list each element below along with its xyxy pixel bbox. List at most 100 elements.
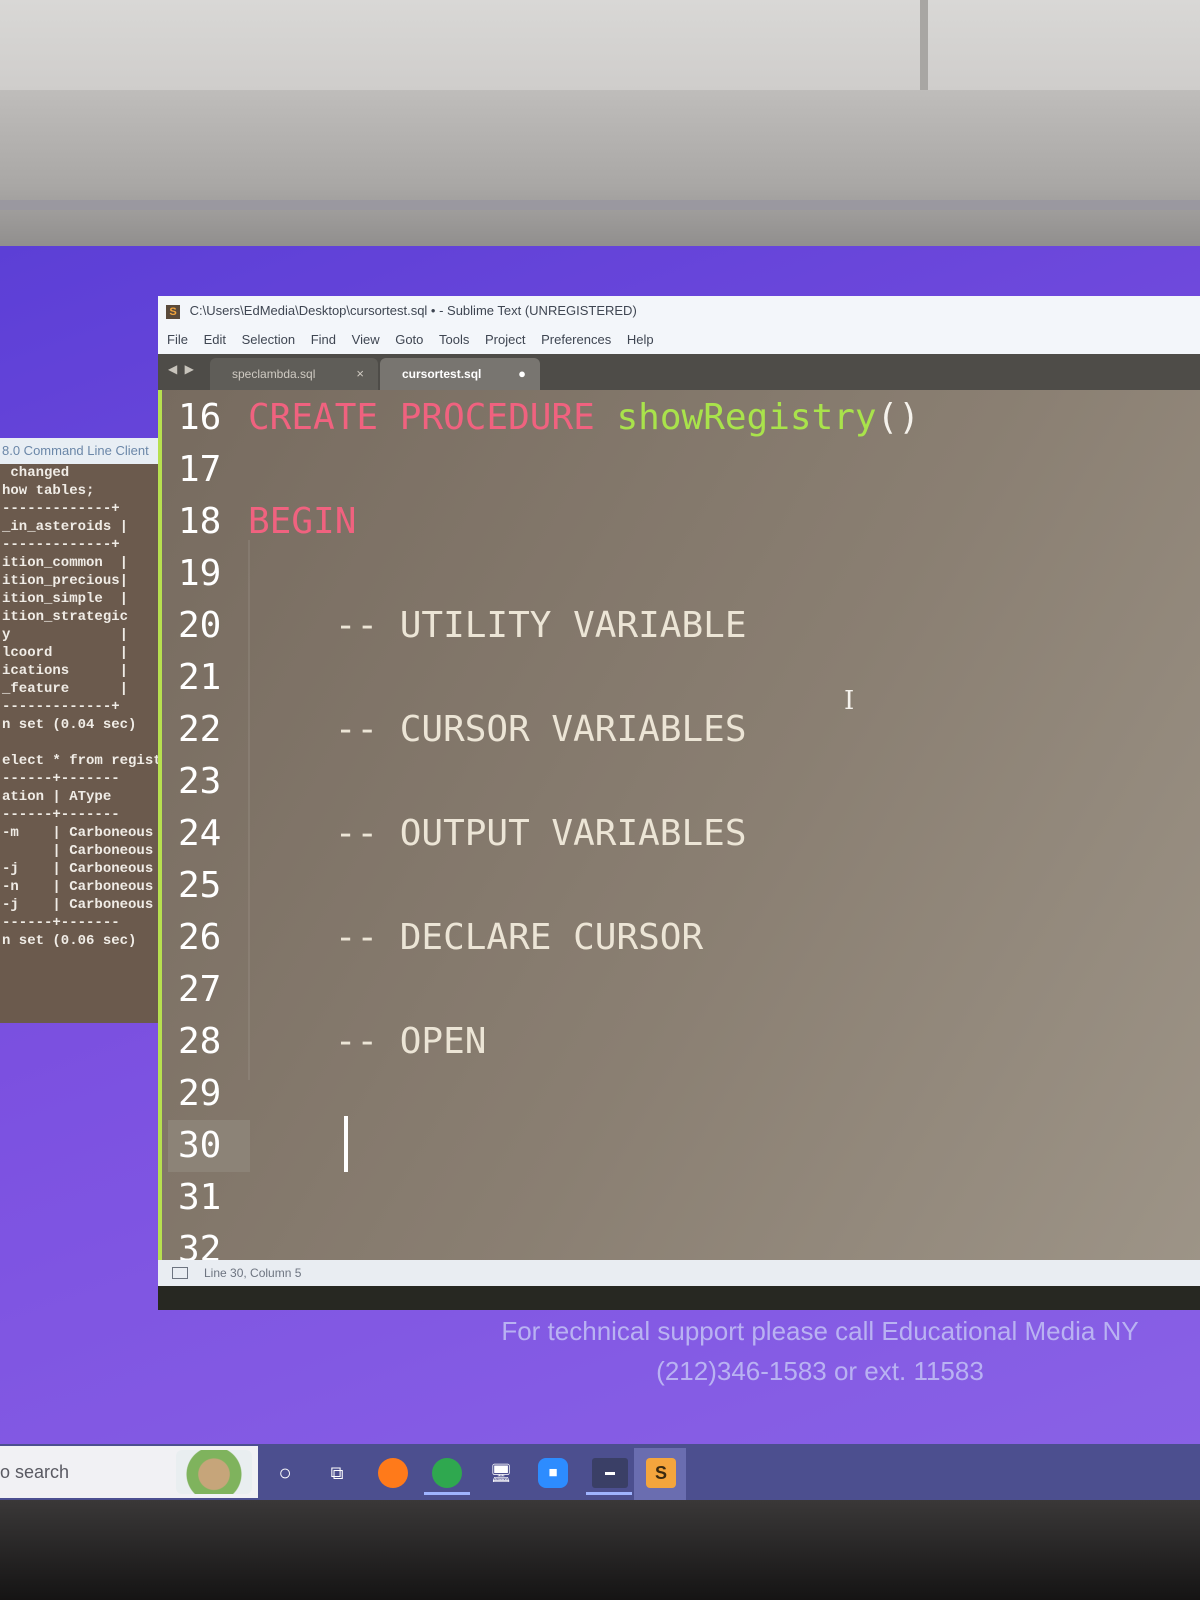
menu-help[interactable]: Help <box>627 326 654 354</box>
sublime-text-icon: S <box>646 1458 676 1488</box>
console-line: n set (0.04 sec) <box>2 717 137 733</box>
code-line: 30 <box>162 1120 1200 1172</box>
firefox-icon[interactable] <box>378 1458 408 1488</box>
menu-project[interactable]: Project <box>485 326 525 354</box>
console-line: _feature | <box>2 681 129 697</box>
remote-desktop-icon[interactable]: 🖥 <box>486 1458 516 1488</box>
console-line: -n | Carboneous <box>2 879 154 895</box>
menu-view[interactable]: View <box>352 326 380 354</box>
code-line: 29 <box>162 1068 1200 1120</box>
support-message-line2: (212)346-1583 or ext. 11583 <box>656 1356 984 1386</box>
code-line: 24 -- OUTPUT VARIABLES <box>162 808 1200 860</box>
line-number: 22 <box>178 709 222 750</box>
task-view-icon[interactable]: ⧉ <box>322 1458 352 1488</box>
console-line: ------+------- <box>2 771 120 787</box>
line-number: 23 <box>178 761 222 802</box>
line-number: 19 <box>178 553 222 594</box>
procedure-name: showRegistry <box>616 397 877 438</box>
ceiling <box>0 0 1200 90</box>
sublime-text-window[interactable]: S C:\Users\EdMedia\Desktop\cursortest.sq… <box>158 296 1200 1310</box>
line-number: 31 <box>178 1177 222 1218</box>
menu-tools[interactable]: Tools <box>439 326 469 354</box>
line-number: 27 <box>178 969 222 1010</box>
code-line: 31 <box>162 1172 1200 1224</box>
console-line: ------+------- <box>2 807 120 823</box>
console-line: -m | Carboneous <box>2 825 154 841</box>
console-line: -j | Carboneous <box>2 861 154 877</box>
code-text: CREATE PROCEDURE showRegistry() <box>248 392 920 444</box>
zoom-icon[interactable]: ■ <box>538 1458 568 1488</box>
code-line: 28 -- OPEN <box>162 1016 1200 1068</box>
tab-label: speclambda.sql <box>232 367 316 381</box>
console-output: changed how tables; -------------+ _in_aste… <box>0 464 160 950</box>
tab-close-icon[interactable]: × <box>356 358 364 390</box>
code-line: 32 <box>162 1224 1200 1260</box>
code-text: BEGIN <box>248 501 357 542</box>
console-line: elect * from registr <box>2 753 160 769</box>
window-titlebar[interactable]: S C:\Users\EdMedia\Desktop\cursortest.sq… <box>158 296 1200 326</box>
console-line: ition_strategic <box>2 609 129 625</box>
tab-nav-arrows-icon[interactable]: ◀ ▶ <box>168 362 196 376</box>
console-line: -------------+ <box>2 537 120 553</box>
code-line: 23 <box>162 756 1200 808</box>
mysql-console-window[interactable]: 8.0 Command Line Client changed how table… <box>0 438 160 1023</box>
console-line: ition_precious| <box>2 573 129 589</box>
code-line: 26 -- DECLARE CURSOR <box>162 912 1200 964</box>
line-number: 21 <box>178 657 222 698</box>
code-text: -- OUTPUT VARIABLES <box>248 813 747 854</box>
code-line: 18 BEGIN <box>162 496 1200 548</box>
wall-bulkhead <box>0 90 1200 250</box>
code-line: 22 -- CURSOR VARIABLES <box>162 704 1200 756</box>
code-editor[interactable]: I 16 CREATE PROCEDURE showRegistry() 17 18 B… <box>158 390 1200 1260</box>
menu-selection[interactable]: Selection <box>242 326 295 354</box>
support-message-line1: For technical support please call Educat… <box>501 1316 1139 1346</box>
taskbar-search-box[interactable]: o search <box>0 1446 258 1498</box>
chrome-active-indicator <box>424 1492 470 1495</box>
code-line: 17 <box>162 444 1200 496</box>
panel-toggle-icon[interactable] <box>172 1267 188 1279</box>
tab-modified-dot-icon[interactable]: ● <box>518 358 526 390</box>
cursor-position: Line 30, Column 5 <box>204 1266 302 1280</box>
console-line: | Carboneous <box>2 843 154 859</box>
menu-file[interactable]: File <box>167 326 188 354</box>
menu-find[interactable]: Find <box>311 326 336 354</box>
line-number: 28 <box>178 1021 222 1062</box>
tab-cursortest[interactable]: cursortest.sql ● <box>380 358 540 390</box>
code-line: 16 CREATE PROCEDURE showRegistry() <box>162 392 1200 444</box>
console-line: how tables; <box>2 483 95 499</box>
menu-edit[interactable]: Edit <box>204 326 226 354</box>
console-line: n set (0.06 sec) <box>2 933 137 949</box>
window-title: C:\Users\EdMedia\Desktop\cursortest.sql … <box>189 303 637 318</box>
code-text: -- OPEN <box>248 1021 487 1062</box>
tab-speclambda[interactable]: speclambda.sql × <box>210 358 378 390</box>
console-line: -j | Carboneous <box>2 897 154 913</box>
ceiling-tile-edge <box>920 0 928 90</box>
video-player-icon[interactable]: ▬ <box>592 1458 628 1488</box>
line-number: 29 <box>178 1073 222 1114</box>
code-text: -- UTILITY VARIABLE <box>248 605 747 646</box>
console-line: -------------+ <box>2 501 120 517</box>
cortana-icon[interactable]: ○ <box>270 1458 300 1488</box>
console-line: changed <box>2 465 70 481</box>
console-line: ------+------- <box>2 915 120 931</box>
tab-bar: ◀ ▶ speclambda.sql × cursortest.sql ● <box>158 354 1200 390</box>
line-number: 20 <box>178 605 222 646</box>
code-line: 25 <box>162 860 1200 912</box>
menu-goto[interactable]: Goto <box>395 326 423 354</box>
line-number: 25 <box>178 865 222 906</box>
search-highlight-image <box>176 1450 252 1494</box>
console-line: _in_asteroids | <box>2 519 129 535</box>
console-line: y | <box>2 627 129 643</box>
tab-label: cursortest.sql <box>402 367 482 381</box>
chrome-icon[interactable] <box>432 1458 462 1488</box>
code-text: -- CURSOR VARIABLES <box>248 709 747 750</box>
search-placeholder: o search <box>0 1462 70 1482</box>
code-line: 19 <box>162 548 1200 600</box>
line-number: 17 <box>178 449 222 490</box>
console-line: ition_common | <box>2 555 129 571</box>
sublime-app-icon: S <box>166 304 180 319</box>
video-active-indicator <box>586 1492 632 1495</box>
parentheses: () <box>876 397 920 438</box>
menu-preferences[interactable]: Preferences <box>541 326 611 354</box>
